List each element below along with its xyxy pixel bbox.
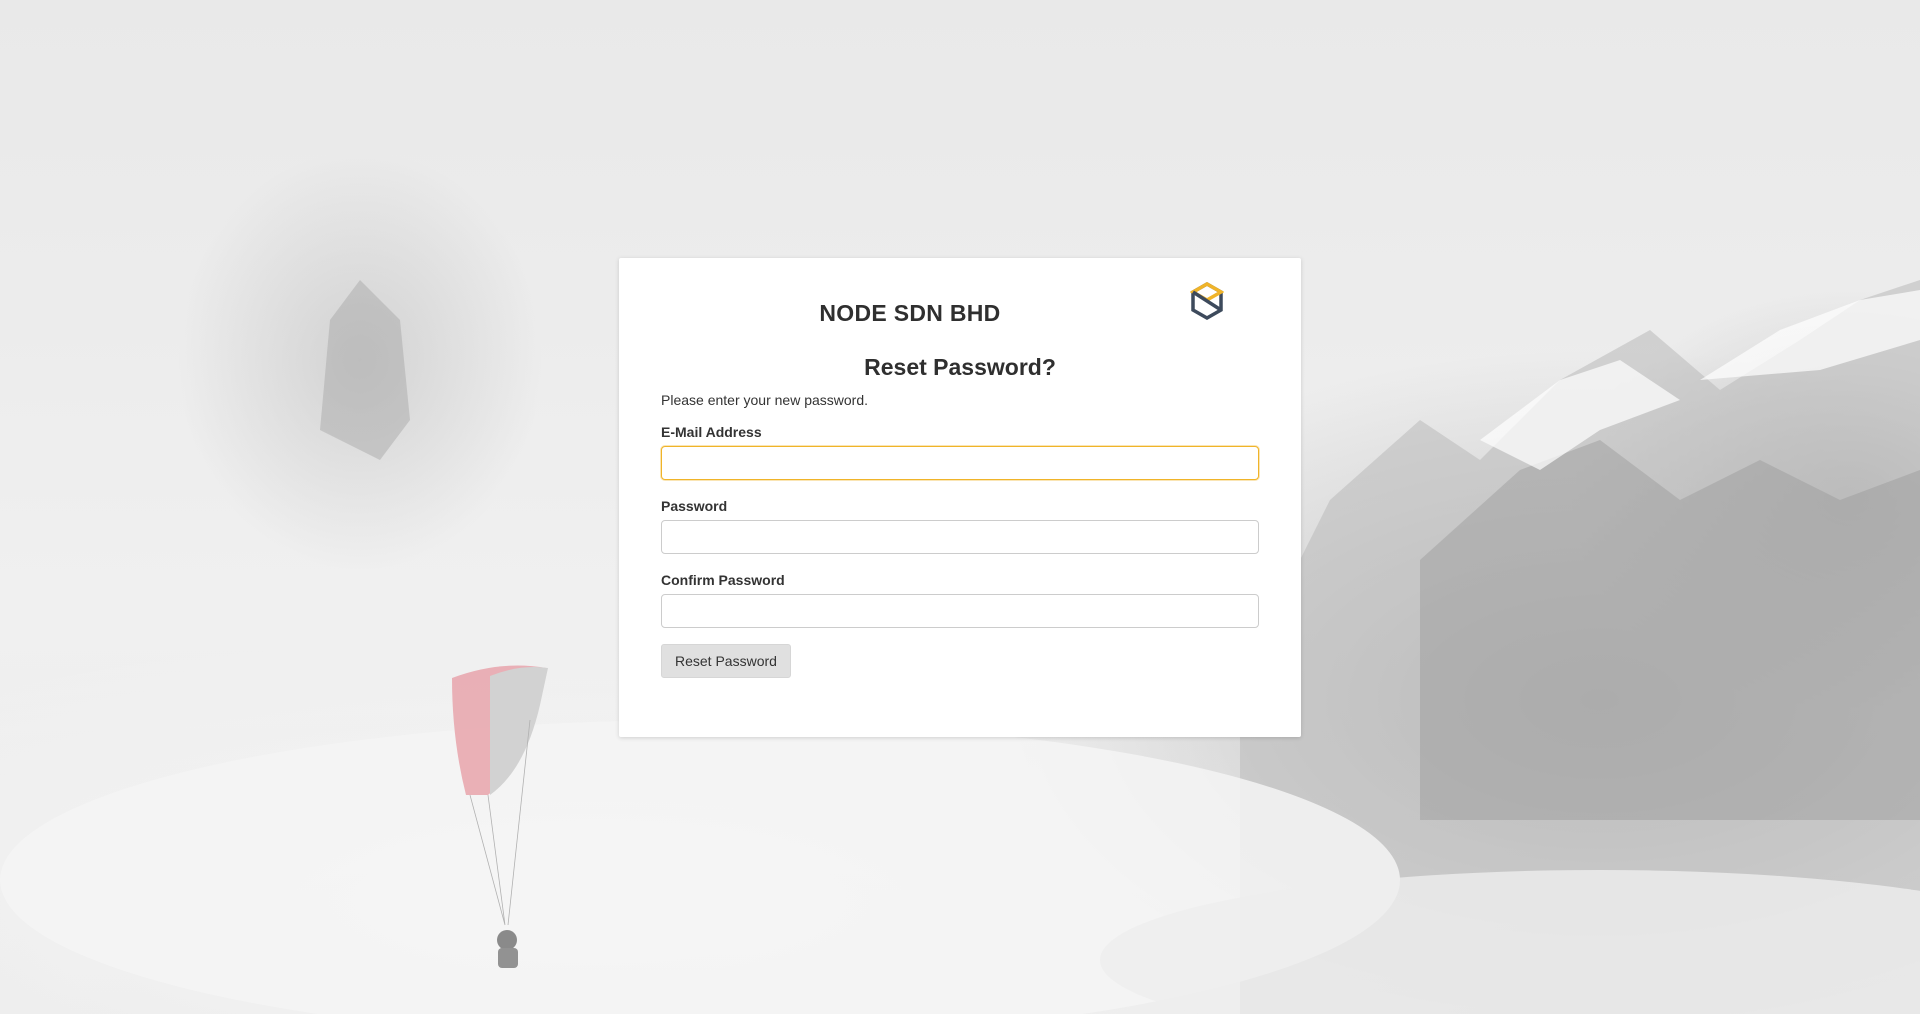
- confirm-password-field[interactable]: [661, 594, 1259, 628]
- password-label: Password: [661, 498, 728, 514]
- password-field[interactable]: [661, 520, 1259, 554]
- reset-password-button[interactable]: Reset Password: [661, 644, 791, 678]
- brand-name: NODE SDN BHD: [819, 300, 1001, 326]
- email-field[interactable]: [661, 446, 1259, 480]
- page-title: Reset Password?: [864, 354, 1056, 380]
- instructions-text: Please enter your new password.: [661, 392, 868, 408]
- email-label: E-Mail Address: [661, 424, 762, 440]
- confirm-password-label: Confirm Password: [661, 572, 785, 588]
- hexagon-s-logo-icon: [1190, 282, 1224, 320]
- reset-password-card: NODE SDN BHD Reset Password? Please ente…: [619, 258, 1301, 737]
